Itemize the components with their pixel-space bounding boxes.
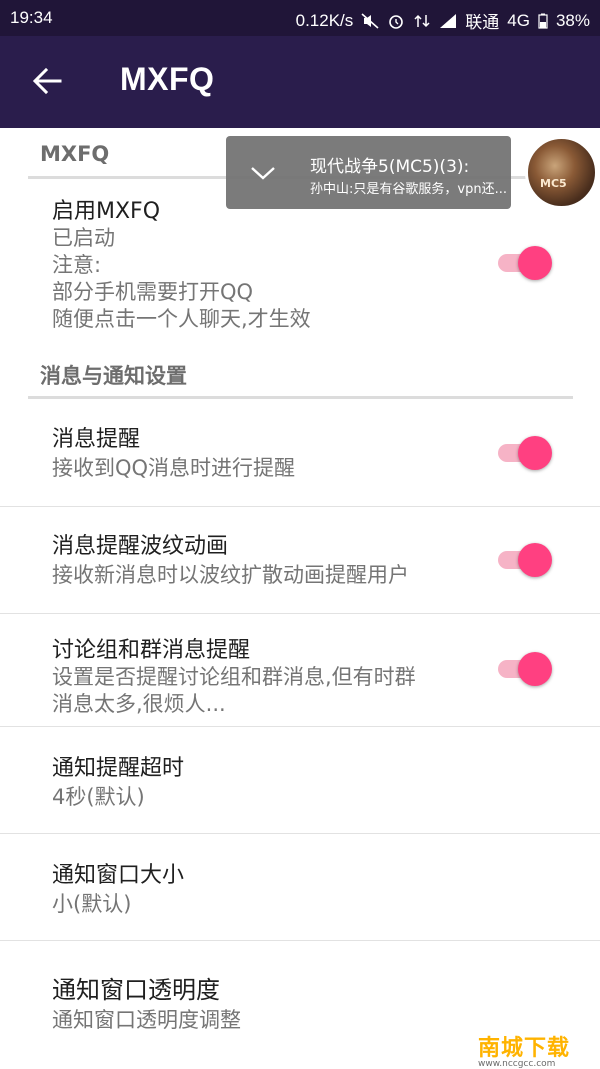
pref-title: 通知窗口透明度 [52, 976, 220, 1004]
avatar-game-art-icon: MC5 [540, 177, 567, 190]
battery-level: 38% [555, 10, 590, 30]
page-title: MXFQ [120, 61, 215, 97]
notification-popup[interactable]: 现代战争5(MC5)(3): 孙中山:只是有谷歌服务，vpn还... [226, 136, 511, 209]
avatar[interactable]: MC5 [525, 136, 598, 209]
data-transfer-icon [414, 14, 430, 27]
pref-window-size[interactable]: 通知窗口大小 小(默认) [0, 834, 600, 940]
section-header-notifications: 消息与通知设置 [40, 364, 187, 388]
signal-icon [440, 13, 457, 28]
pref-summary: 4秒(默认) [52, 785, 145, 809]
carrier: 联通 [465, 13, 500, 32]
enable-mxfq-switch[interactable] [498, 245, 552, 281]
status-time: 19:34 [10, 8, 53, 27]
pref-summary: 已启动 注意: 部分手机需要打开QQ 随便点击一个人聊天,才生效 [52, 226, 311, 331]
pref-message-reminder[interactable]: 消息提醒 接收到QQ消息时进行提醒 [0, 399, 600, 506]
pref-notify-timeout[interactable]: 通知提醒超时 4秒(默认) [0, 727, 600, 833]
mute-icon [361, 12, 379, 29]
pref-summary: 接收到QQ消息时进行提醒 [52, 456, 296, 480]
pref-title: 通知窗口大小 [52, 863, 185, 888]
switch-thumb [518, 652, 552, 686]
notification-title: 现代战争5(MC5)(3): [310, 157, 470, 177]
pref-group-reminder[interactable]: 讨论组和群消息提醒 设置是否提醒讨论组和群消息,但有时群 消息太多,很烦人... [0, 614, 600, 726]
back-arrow-icon[interactable] [30, 64, 64, 98]
alarm-icon [389, 14, 404, 29]
battery-icon [538, 13, 548, 29]
group-reminder-switch[interactable] [498, 651, 552, 687]
switch-thumb [518, 543, 552, 577]
pref-title: 通知提醒超时 [52, 756, 185, 781]
pref-summary: 设置是否提醒讨论组和群消息,但有时群 消息太多,很烦人... [52, 665, 416, 716]
net-speed: 0.12K/s [295, 10, 354, 30]
network-type: 4G [507, 10, 530, 30]
status-indicators: 0.12K/s 联通 4G 38% [296, 8, 590, 33]
pref-ripple-animation[interactable]: 消息提醒波纹动画 接收新消息时以波纹扩散动画提醒用户 [0, 507, 600, 613]
pref-title: 启用MXFQ [52, 199, 161, 224]
switch-thumb [518, 436, 552, 470]
chevron-down-icon[interactable] [248, 158, 278, 188]
pref-title: 讨论组和群消息提醒 [52, 638, 251, 663]
notification-message: 孙中山:只是有谷歌服务，vpn还... [310, 182, 507, 197]
pref-summary: 接收新消息时以波纹扩散动画提醒用户 [52, 563, 409, 587]
pref-title: 消息提醒波纹动画 [52, 534, 229, 559]
status-bar: 19:34 0.12K/s 联通 4G 38% [0, 0, 600, 36]
watermark-text: 南城下载 [478, 1036, 571, 1061]
app-bar: MXFQ [0, 36, 600, 128]
pref-summary: 通知窗口透明度调整 [52, 1008, 241, 1032]
pref-title: 消息提醒 [52, 427, 141, 452]
switch-thumb [518, 246, 552, 280]
message-reminder-switch[interactable] [498, 435, 552, 471]
pref-summary: 小(默认) [52, 892, 132, 916]
section-header-mxfq: MXFQ [40, 142, 110, 166]
settings-list: MXFQ 启用MXFQ 已启动 注意: 部分手机需要打开QQ 随便点击一个人聊天… [0, 128, 600, 1067]
ripple-animation-switch[interactable] [498, 542, 552, 578]
watermark-logo: 南城下载 www.nccgcc.com [478, 1030, 570, 1069]
